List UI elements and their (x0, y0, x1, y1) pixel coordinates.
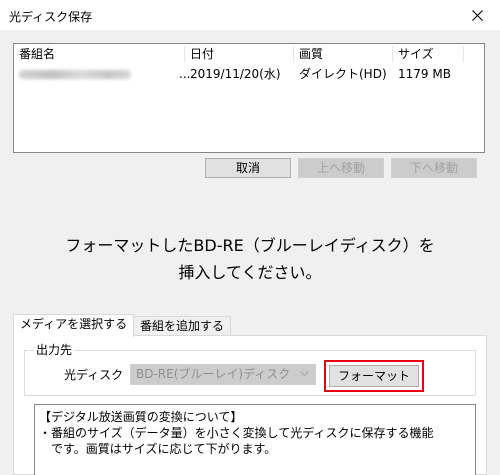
column-header-size[interactable]: サイズ (393, 44, 463, 64)
column-header-date[interactable]: 日付 (185, 44, 293, 64)
message-line-2: 挿入してください。 (178, 263, 322, 282)
tab-select-media[interactable]: メディアを選択する (13, 314, 135, 337)
info-box: 【デジタル放送画質の変換について】 ・番組のサイズ（データ量）を小さく変換して光… (34, 404, 476, 475)
info-line-2: です。画質はサイズに応じて下がります。 (39, 442, 277, 456)
tab-add-program[interactable]: 番組を追加する (133, 316, 232, 337)
format-button[interactable]: フォーマット (329, 365, 419, 387)
window-title: 光ディスク保存 (9, 10, 93, 24)
title-bar: 光ディスク保存 (0, 0, 500, 30)
list-header: 番組名 日付 画質 サイズ (14, 44, 484, 64)
program-quality-cell: ダイレクト(HD) (299, 67, 387, 81)
program-name-cell: ... (14, 64, 190, 84)
column-header-name[interactable]: 番組名 (14, 44, 184, 64)
move-up-button[interactable]: 上へ移動 (298, 158, 384, 178)
move-down-button[interactable]: 下へ移動 (391, 158, 477, 178)
close-button[interactable] (454, 0, 500, 30)
info-heading: 【デジタル放送画質の変換について】 (39, 410, 243, 424)
program-size-cell: 1179 MB (398, 67, 451, 81)
list-row[interactable]: ... 2019/11/20(水) ダイレクト(HD) 1179 MB (14, 64, 484, 84)
blurred-program-name (19, 70, 131, 79)
program-list[interactable]: 番組名 日付 画質 サイズ ... 2019/11/20(水) ダイレクト(HD… (13, 43, 485, 153)
insert-disc-message: フォーマットしたBD-RE（ブルーレイディスク）を 挿入してください。 (0, 232, 500, 286)
output-group-title: 出力先 (33, 343, 76, 357)
message-line-1: フォーマットしたBD-RE（ブルーレイディスク）を (65, 236, 435, 255)
close-icon (471, 9, 483, 21)
program-date-cell: 2019/11/20(水) (190, 67, 281, 81)
disc-select-value: BD-RE(ブルーレイ)ディスク (136, 367, 291, 381)
cancel-button[interactable]: 取消 (205, 158, 291, 178)
column-header-quality[interactable]: 画質 (294, 44, 392, 64)
disc-label: 光ディスク (64, 368, 124, 382)
disc-select[interactable]: BD-RE(ブルーレイ)ディスク (130, 364, 316, 385)
info-line-1: ・番組のサイズ（データ量）を小さく変換して光ディスクに保存する機能 (39, 426, 434, 440)
chevron-down-icon (300, 371, 309, 377)
